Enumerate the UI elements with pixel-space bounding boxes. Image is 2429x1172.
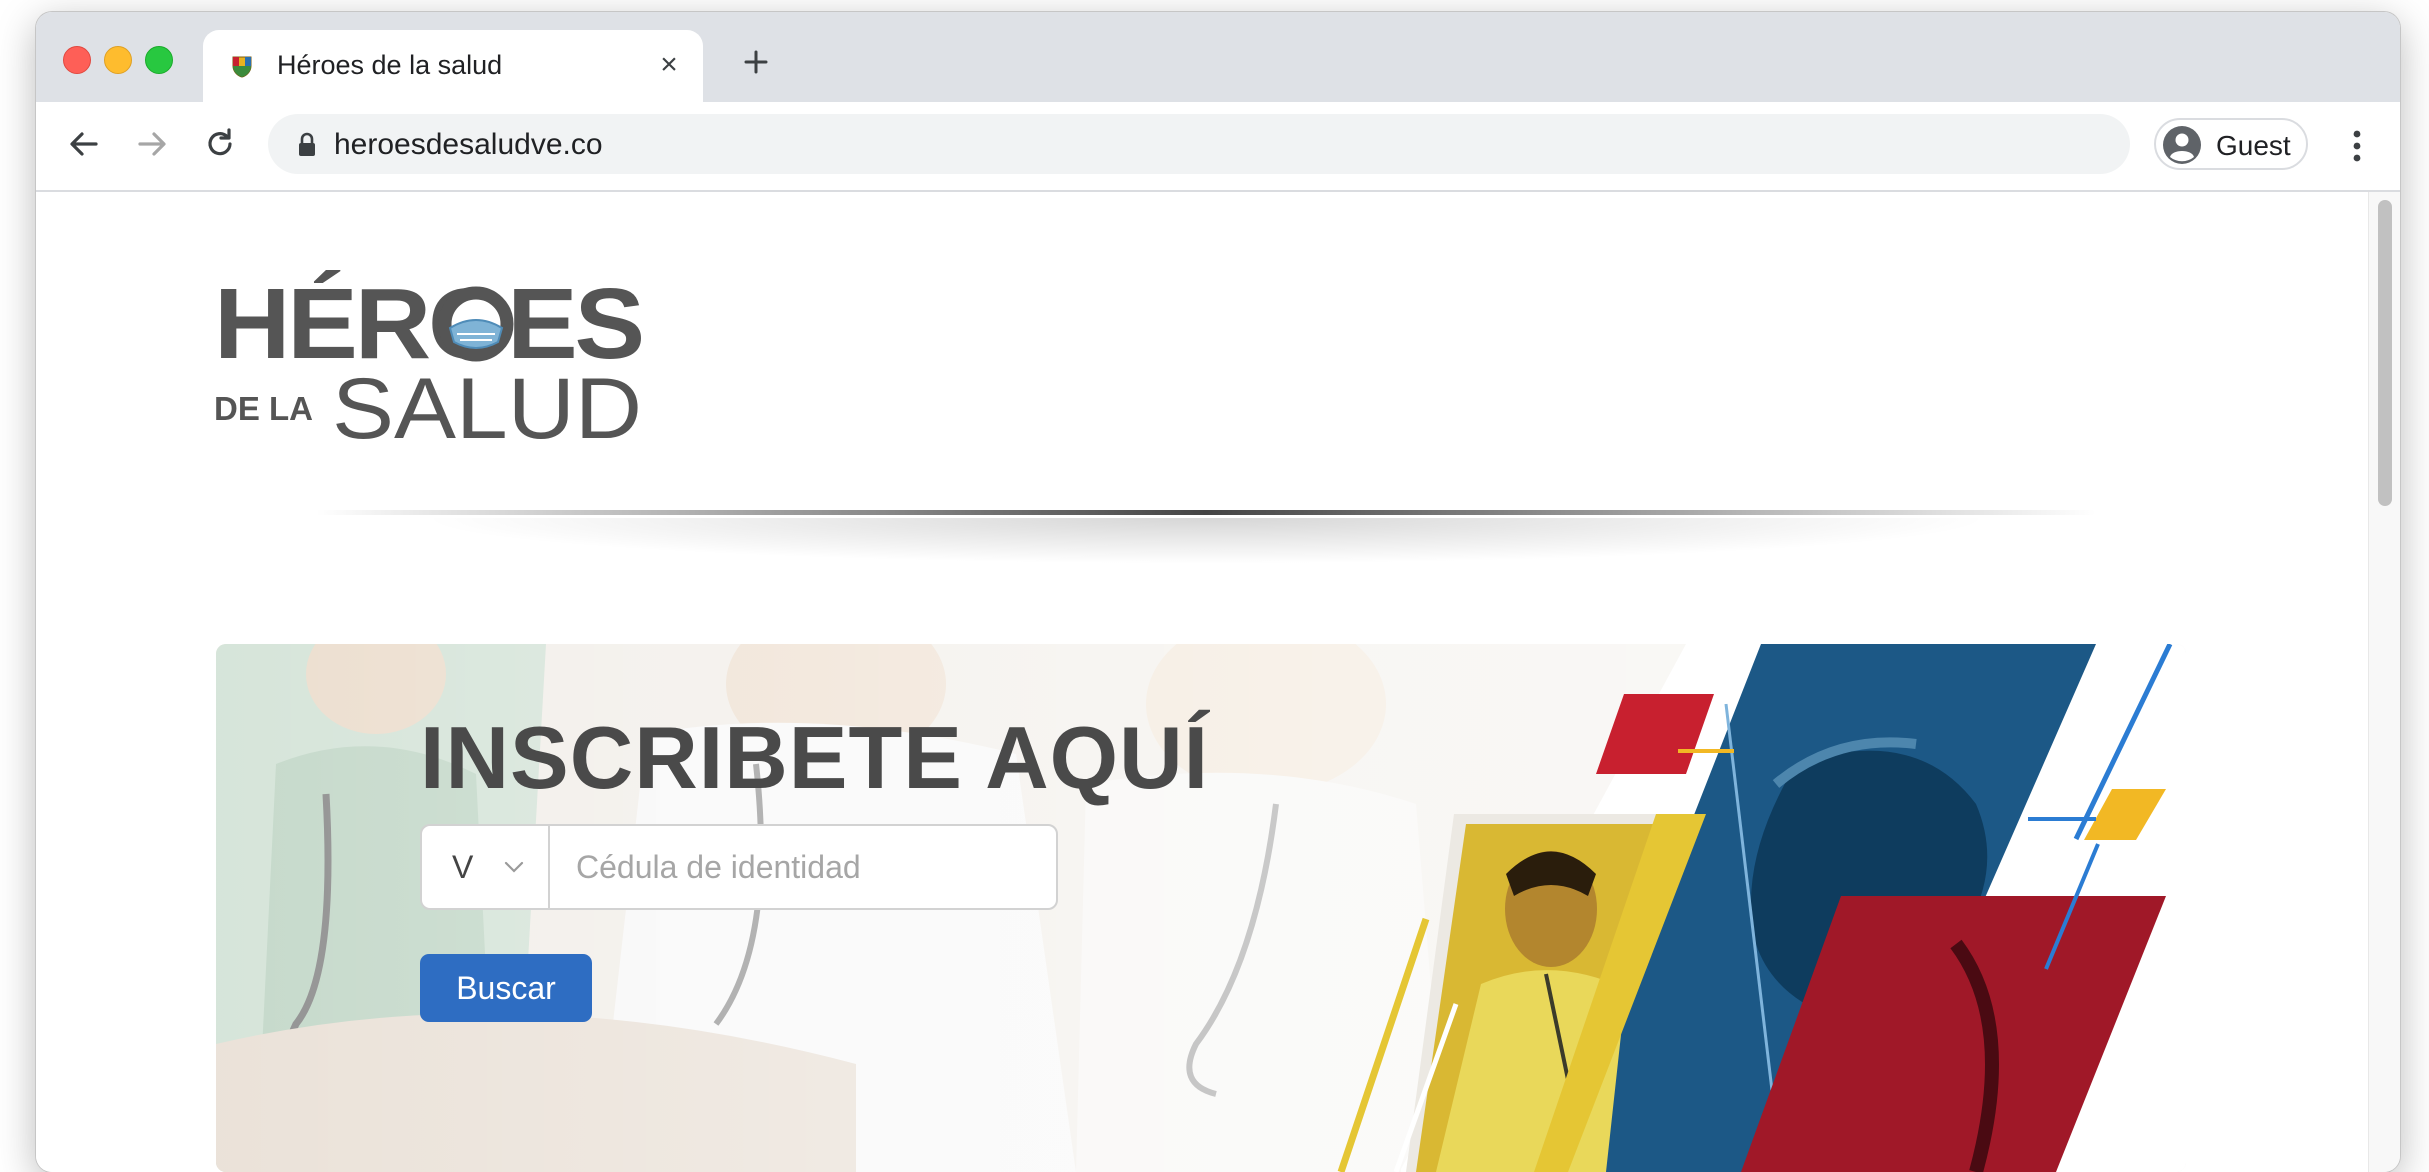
svg-text:DE LA: DE LA [214, 390, 313, 427]
new-tab-plus-icon[interactable] [736, 42, 776, 82]
vertical-scrollbar[interactable] [2368, 192, 2400, 1172]
lock-icon [299, 132, 315, 156]
tab-strip: Héroes de la salud × [36, 12, 2400, 102]
header-divider [316, 510, 2096, 515]
browser-tab-active[interactable]: Héroes de la salud × [203, 30, 703, 102]
tab-close-icon[interactable]: × [653, 46, 685, 84]
registration-banner: INSCRIBETE AQUÍ V Buscar [216, 644, 2186, 1172]
document-type-select[interactable]: V [422, 826, 550, 908]
browser-window: Héroes de la salud × heroesdesaludve.co [36, 12, 2400, 1172]
cedula-input[interactable] [552, 826, 1052, 908]
document-type-value: V [452, 849, 474, 885]
svg-text:SALUD: SALUD [332, 361, 642, 450]
tab-title: Héroes de la salud [277, 50, 503, 80]
window-close-button[interactable] [63, 46, 91, 74]
registration-heading: INSCRIBETE AQUÍ [420, 708, 1210, 807]
profile-button[interactable]: Guest [2154, 118, 2308, 170]
id-search-field: V [420, 824, 1058, 910]
window-minimize-button[interactable] [104, 46, 132, 74]
more-vertical-icon[interactable] [2342, 124, 2372, 168]
window-maximize-button[interactable] [145, 46, 173, 74]
search-button[interactable]: Buscar [420, 954, 592, 1022]
browser-toolbar: heroesdesaludve.co Guest [36, 102, 2400, 192]
address-bar[interactable]: heroesdesaludve.co [268, 114, 2130, 174]
guest-avatar-icon [2163, 126, 2201, 164]
chevron-down-icon [504, 861, 524, 873]
page-content: HÉROES DE LA SALUD INSCRIBETE AQUÍ V Céd… [36, 192, 2368, 1172]
back-arrow-icon[interactable] [62, 122, 106, 166]
forward-arrow-icon[interactable] [130, 122, 174, 166]
coat-of-arms-icon [232, 56, 252, 78]
header-divider-shadow [416, 518, 1996, 564]
reload-icon[interactable] [198, 122, 242, 166]
heroes-de-la-salud-logo: HÉROES DE LA SALUD [214, 270, 644, 450]
scrollbar-thumb[interactable] [2378, 200, 2392, 506]
url-text: heroesdesaludve.co [334, 128, 603, 161]
profile-label: Guest [2216, 130, 2291, 161]
